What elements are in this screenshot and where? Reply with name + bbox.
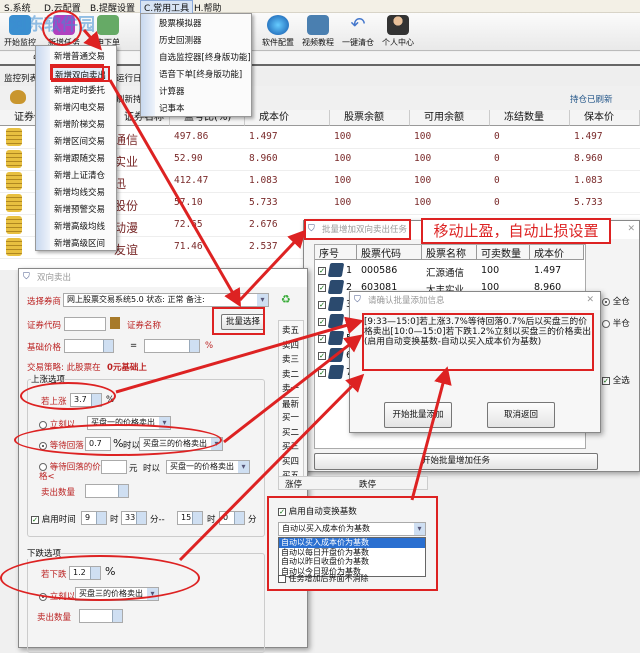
arrow xyxy=(410,366,452,501)
annotation-arrows xyxy=(82,29,452,562)
arrow xyxy=(115,316,364,394)
arrow xyxy=(238,229,307,302)
arrow xyxy=(82,29,102,51)
arrow xyxy=(108,79,241,308)
